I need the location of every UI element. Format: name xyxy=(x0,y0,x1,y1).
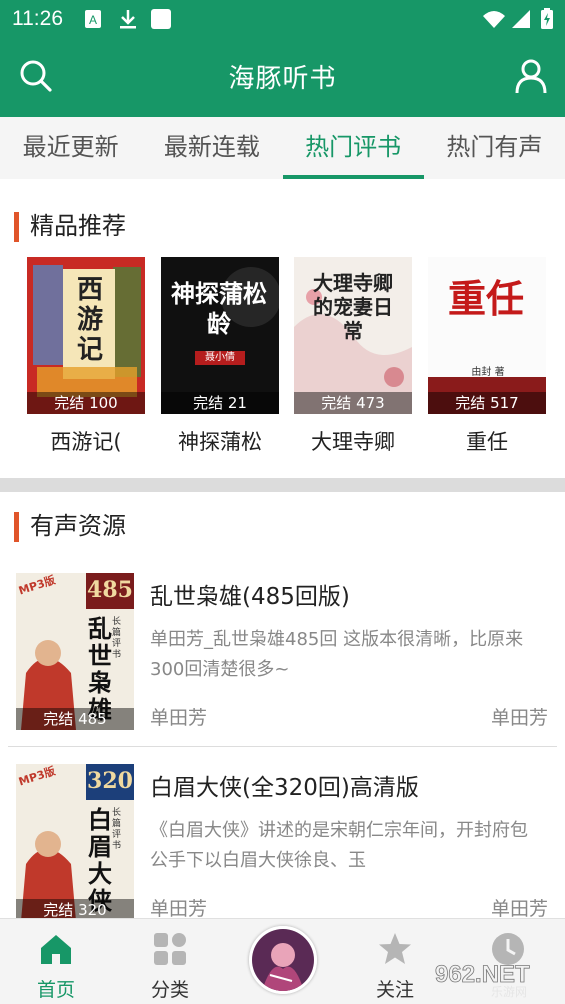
featured-section-title: 精品推荐 xyxy=(14,210,126,242)
now-playing-cover-art xyxy=(252,929,314,991)
status-badge: 完结 21 xyxy=(161,392,279,414)
page-title: 海豚听书 xyxy=(228,64,337,94)
featured-item-name: 重任 xyxy=(466,430,508,454)
book-cover: 西游记 完结 100 xyxy=(27,257,145,414)
cover-subtitle: 由封 著 xyxy=(471,367,505,378)
item-narrator: 单田芳 xyxy=(490,898,548,919)
star-icon xyxy=(379,933,411,964)
book-cover: 大理寺卿的宠妻日常 完结 473 xyxy=(294,257,412,414)
featured-item-name: 神探蒲松 xyxy=(178,430,262,454)
cover-title: 白眉大侠 xyxy=(88,805,112,915)
watermark-logo: 962.NET 乐游网 xyxy=(435,961,531,998)
list-item[interactable]: MP3版 485 长篇评书 乱世枭雄 完结 485 乱世枭雄(485回版) 单田… xyxy=(0,573,565,733)
tab-hot-audio[interactable]: 热门有声 xyxy=(424,117,565,179)
category-icon xyxy=(154,933,186,965)
category-tabs: 最近更新 最新连载 热门评书 热门有声 xyxy=(0,117,565,179)
featured-item[interactable]: 大理寺卿的宠妻日常 完结 473 大理寺卿 xyxy=(294,257,412,456)
nav-category[interactable]: 分类 xyxy=(130,919,210,1004)
app-header: 11:26 A 海豚听书 xyxy=(0,0,565,117)
cover-side-text: 长篇评书 xyxy=(112,808,122,851)
battery-icon xyxy=(541,8,553,29)
cover-title: 大理寺卿的宠妻日常 xyxy=(313,271,393,343)
svg-text:962.NET: 962.NET xyxy=(435,961,530,988)
nav-home-label: 首页 xyxy=(36,979,75,1001)
section-divider xyxy=(0,478,565,492)
cover-side-text: 长篇评书 xyxy=(112,617,122,660)
status-badge: 完结 320 xyxy=(16,899,134,919)
book-cover: MP3版 485 长篇评书 乱世枭雄 完结 485 xyxy=(16,573,134,730)
download-icon xyxy=(120,10,136,29)
status-badge: 完结 100 xyxy=(27,392,145,414)
cover-number: 320 xyxy=(87,768,133,794)
wifi-icon xyxy=(483,11,505,28)
cover-title: 乱世枭雄 xyxy=(88,614,112,724)
featured-item[interactable]: 神探蒲松龄 聂小倩 完结 21 神探蒲松 xyxy=(161,257,279,456)
user-icon[interactable] xyxy=(511,56,551,96)
status-badge: 完结 473 xyxy=(294,392,412,414)
status-badge: 完结 485 xyxy=(16,708,134,730)
signal-icon xyxy=(512,10,530,28)
nav-home[interactable]: 首页 xyxy=(16,919,96,1004)
featured-item[interactable]: 重任 由封 著 完结 517 重任 xyxy=(428,257,546,456)
featured-item[interactable]: 西游记 完结 100 西游记( xyxy=(27,257,145,456)
app-notification-icon: A xyxy=(85,10,101,28)
item-description: 《白眉大侠》讲述的是宋朝仁宗年间，开封府包公手下以白眉大侠徐良、玉 xyxy=(150,820,528,871)
featured-item-name: 西游记( xyxy=(50,430,122,454)
cover-title: 西游记 xyxy=(76,275,103,365)
book-cover: 神探蒲松龄 聂小倩 完结 21 xyxy=(161,257,279,414)
svg-text:A: A xyxy=(89,13,97,27)
tab-new-serials[interactable]: 最新连载 xyxy=(141,117,282,179)
list-divider xyxy=(8,746,557,747)
cover-number: 485 xyxy=(87,577,133,603)
now-playing-cover-button[interactable] xyxy=(249,926,317,994)
item-narrator: 单田芳 xyxy=(490,707,548,729)
featured-item-name: 大理寺卿 xyxy=(311,430,395,454)
home-icon xyxy=(41,935,71,964)
book-cover: 重任 由封 著 完结 517 xyxy=(428,257,546,414)
audio-section-title: 有声资源 xyxy=(14,510,126,542)
item-description: 单田芳_乱世枭雄485回 这版本很清晰，比原来300回清楚很多~ xyxy=(150,629,524,680)
status-bar: 11:26 A xyxy=(0,0,565,40)
item-title: 白眉大侠(全320回)高清版 xyxy=(150,775,419,801)
nav-follow-label: 关注 xyxy=(375,979,414,1001)
item-title: 乱世枭雄(485回版) xyxy=(150,584,350,610)
tab-hot-storytelling[interactable]: 热门评书 xyxy=(282,117,425,179)
list-item[interactable]: MP3版 320 长篇评书 白眉大侠 完结 320 白眉大侠(全320回)高清版… xyxy=(0,764,565,919)
book-cover: MP3版 320 长篇评书 白眉大侠 完结 320 xyxy=(16,764,134,919)
svg-text:乐游网: 乐游网 xyxy=(491,985,527,998)
status-time: 11:26 xyxy=(12,7,63,30)
item-author: 单田芳 xyxy=(150,898,208,919)
notification-square-icon xyxy=(151,9,171,29)
nav-category-label: 分类 xyxy=(150,979,189,1001)
status-badge: 完结 517 xyxy=(428,392,546,414)
tab-recent-updates[interactable]: 最近更新 xyxy=(0,117,141,179)
cover-title: 神探蒲松龄 xyxy=(171,279,267,338)
cover-subtitle: 聂小倩 xyxy=(205,352,235,363)
cover-title: 重任 xyxy=(447,276,524,321)
nav-follow[interactable]: 关注 xyxy=(355,919,435,1004)
item-author: 单田芳 xyxy=(150,707,208,729)
